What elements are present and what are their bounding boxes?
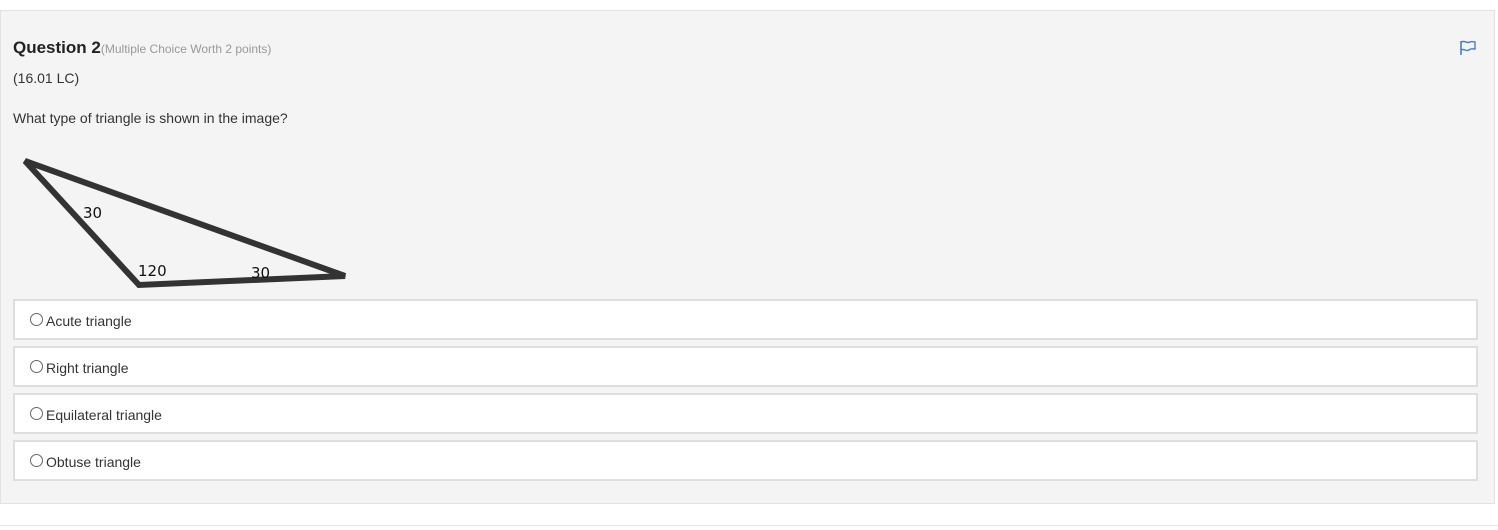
angle-label-top: 30: [83, 204, 102, 222]
question-panel: Question 2(Multiple Choice Worth 2 point…: [0, 10, 1495, 504]
question-header: Question 2(Multiple Choice Worth 2 point…: [13, 38, 271, 58]
answer-option-obtuse[interactable]: Obtuse triangle: [13, 440, 1478, 481]
radio-button[interactable]: [30, 407, 43, 420]
question-title: Question 2: [13, 38, 101, 57]
answer-label: Equilateral triangle: [46, 407, 162, 423]
answer-option-acute[interactable]: Acute triangle: [13, 299, 1478, 340]
answer-label: Obtuse triangle: [46, 454, 141, 470]
answer-option-right[interactable]: Right triangle: [13, 346, 1478, 387]
angle-label-bottom-right: 30: [251, 264, 270, 282]
answer-label: Acute triangle: [46, 313, 132, 329]
triangle-figure: 30 120 30: [19, 155, 354, 295]
flag-button[interactable]: [1458, 39, 1478, 57]
radio-button[interactable]: [30, 454, 43, 467]
question-code: (16.01 LC): [13, 70, 80, 86]
answer-choices: Acute triangle Right triangle Equilatera…: [13, 299, 1478, 487]
divider: [0, 525, 1498, 526]
radio-button[interactable]: [30, 313, 43, 326]
radio-button[interactable]: [30, 360, 43, 373]
answer-label: Right triangle: [46, 360, 129, 376]
triangle-shape: [22, 158, 347, 289]
angle-label-bottom-left: 120: [138, 262, 167, 280]
question-prompt: What type of triangle is shown in the im…: [13, 110, 288, 126]
flag-icon: [1460, 40, 1476, 55]
answer-option-equilateral[interactable]: Equilateral triangle: [13, 393, 1478, 434]
question-meta: (Multiple Choice Worth 2 points): [100, 42, 272, 56]
